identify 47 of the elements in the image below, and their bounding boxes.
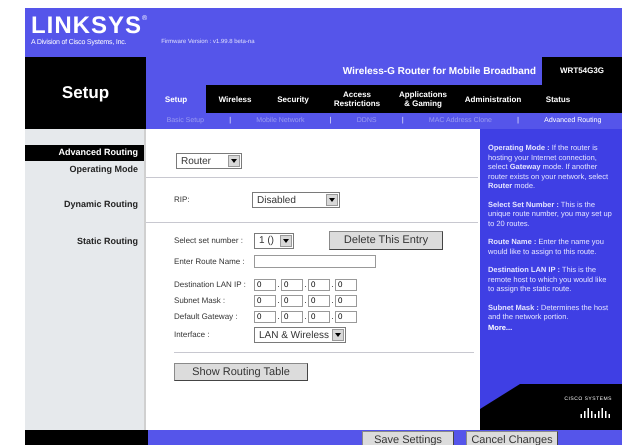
- ip-octet-field[interactable]: 0: [281, 311, 303, 323]
- ip-separator: .: [303, 279, 308, 291]
- ip-octet-field[interactable]: 0: [335, 311, 357, 323]
- field-label: Select set number :: [174, 234, 244, 246]
- ip-octet-field[interactable]: 0: [254, 279, 276, 291]
- set-number-select[interactable]: 1 (): [254, 232, 294, 248]
- field-label: Destination LAN IP :: [174, 279, 247, 291]
- sidebar-heading: Advanced Routing: [25, 145, 144, 160]
- ip-octet-field[interactable]: 0: [281, 279, 303, 291]
- field-label: Enter Route Name :: [174, 256, 246, 268]
- ip-octet-field[interactable]: 0: [335, 279, 357, 291]
- ip-octet-field[interactable]: 0: [308, 295, 330, 307]
- field-label: Default Gateway :: [174, 311, 239, 323]
- ip-octet-field[interactable]: 0: [281, 295, 303, 307]
- section-label: Static Routing: [77, 235, 138, 248]
- ip-separator: .: [276, 311, 281, 323]
- nav-tab[interactable]: Setup: [146, 85, 206, 113]
- ip-octet-field[interactable]: 0: [254, 311, 276, 323]
- field-label: RIP:: [174, 194, 191, 206]
- ip-separator: .: [276, 279, 281, 291]
- footer-button[interactable]: Cancel Changes: [466, 431, 558, 445]
- ip-octet-field[interactable]: 0: [254, 295, 276, 307]
- ip-separator: .: [330, 295, 335, 307]
- field-label: Interface :: [174, 329, 211, 341]
- mode-select[interactable]: Router: [176, 153, 242, 169]
- footer-button[interactable]: Save Settings: [362, 431, 454, 445]
- section-label: Dynamic Routing: [64, 198, 138, 211]
- product-title: Wireless-G Router for Mobile Broadband: [342, 64, 536, 78]
- ip-separator: .: [303, 311, 308, 323]
- bars-logo-icon: [580, 406, 612, 418]
- ip-separator: .: [303, 295, 308, 307]
- field-label: Subnet Mask :: [174, 295, 226, 307]
- delete-entry-button[interactable]: Delete This Entry: [329, 231, 443, 250]
- ip-octet-field[interactable]: 0: [308, 279, 330, 291]
- ip-octet-field[interactable]: 0: [308, 311, 330, 323]
- route-name-field[interactable]: [254, 255, 376, 268]
- section-label: Operating Mode: [69, 162, 138, 176]
- brand-logo: LINKSYS: [31, 14, 142, 38]
- interface-select[interactable]: LAN & Wireless: [254, 327, 346, 343]
- ip-separator: .: [276, 295, 281, 307]
- ip-separator: .: [330, 279, 335, 291]
- section-title: Setup: [62, 82, 110, 104]
- show-routing-table-button[interactable]: Show Routing Table: [174, 363, 308, 381]
- ip-octet-field[interactable]: 0: [335, 295, 357, 307]
- model-name: WRT54G3G: [558, 65, 605, 77]
- rip-select[interactable]: Disabled: [252, 192, 340, 208]
- ip-separator: .: [330, 311, 335, 323]
